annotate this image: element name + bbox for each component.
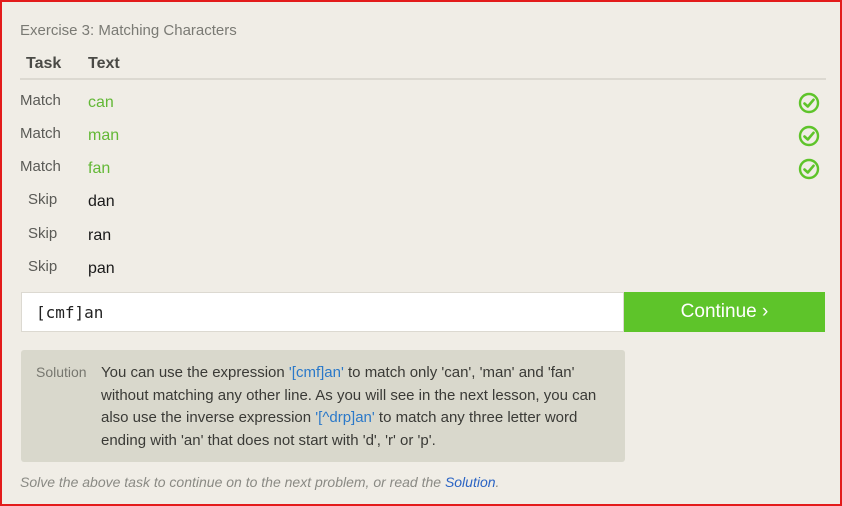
regex-input-container [21,292,624,332]
solution-code: '[cmf]an' [288,364,344,381]
table-row: Match man [20,125,826,155]
row-text: pan [88,260,115,277]
task-label: Match [20,158,61,175]
table-row: Match fan [20,158,826,188]
solution-text-part: You can use the expression [101,364,289,381]
solution-link[interactable]: Solution [445,474,496,490]
task-label: Skip [28,225,58,242]
table-row: Skip pan [20,258,826,288]
task-label: Match [20,125,61,142]
text-column-header: Text [88,55,120,72]
check-circle-icon [798,125,820,147]
task-label: Match [20,92,61,109]
task-column-header: Task [26,55,62,72]
regex-input[interactable] [22,293,623,331]
footer-note: Solve the above task to continue on to t… [20,474,499,490]
row-text: man [88,127,120,144]
row-text: fan [88,160,111,177]
table-row: Match can [20,92,826,122]
row-text: ran [88,227,112,244]
exercise-title: Exercise 3: Matching Characters [20,22,237,39]
task-label: Skip [28,258,58,275]
table-header: Task Text [20,54,826,80]
row-text: can [88,94,114,111]
solution-text: You can use the expression '[cmf]an' to … [101,362,611,452]
continue-button[interactable]: Continue › [624,292,825,332]
table-row: Skip ran [20,225,826,255]
footer-text: Solve the above task to continue on to t… [20,474,445,490]
check-circle-icon [798,92,820,114]
check-circle-icon [798,158,820,180]
solution-code: '[^drp]an' [315,409,375,426]
row-text: dan [88,193,115,210]
solution-label: Solution [36,364,87,380]
table-row: Skip dan [20,191,826,221]
footer-end: . [495,474,500,490]
task-label: Skip [28,191,58,208]
solution-panel: Solution You can use the expression '[cm… [21,350,625,462]
